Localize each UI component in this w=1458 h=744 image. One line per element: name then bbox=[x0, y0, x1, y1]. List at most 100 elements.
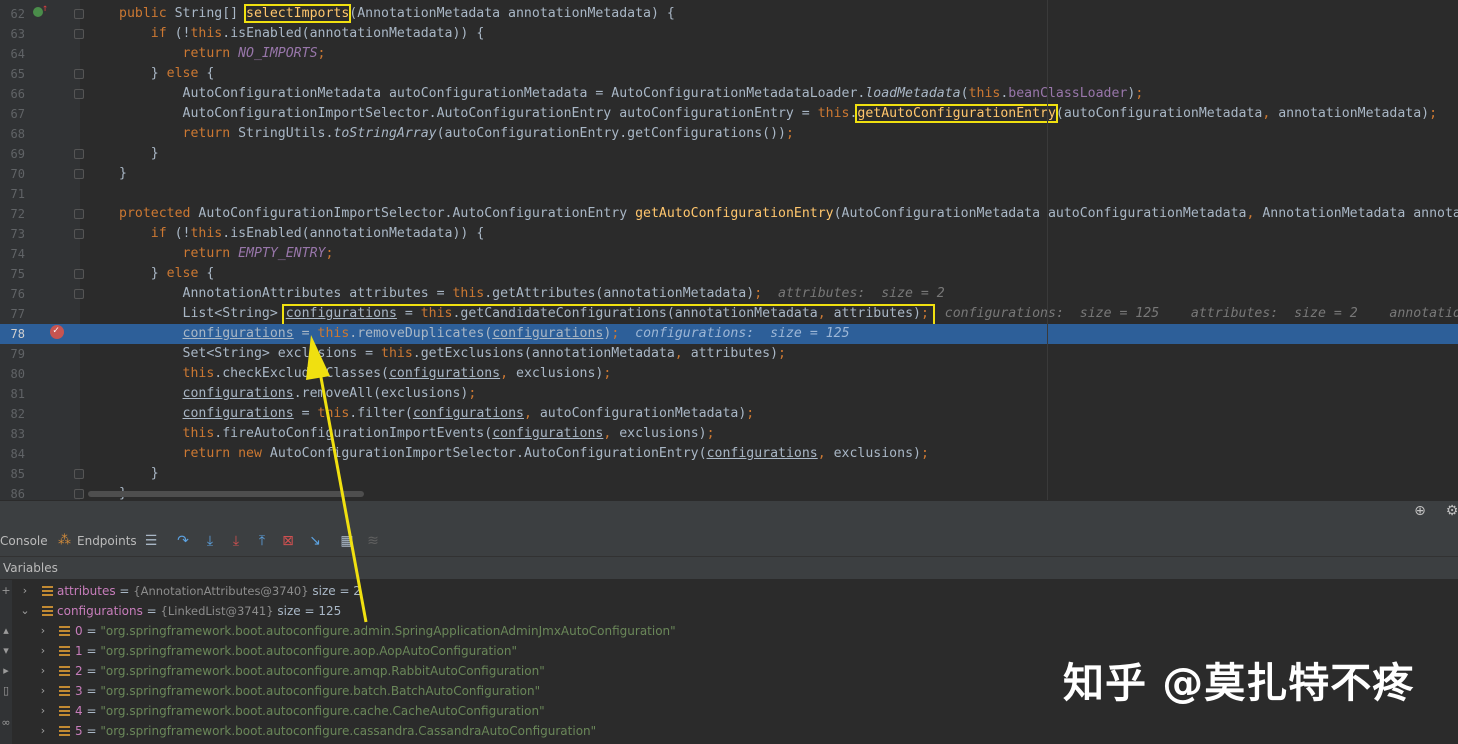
code-line[interactable]: 69 } bbox=[0, 144, 1458, 164]
trace-icon[interactable]: ≋ bbox=[363, 531, 383, 551]
step-into-icon[interactable]: ⤓ bbox=[200, 531, 220, 551]
expand-chevron-icon[interactable]: › bbox=[38, 681, 48, 701]
fold-marker-icon[interactable] bbox=[74, 69, 84, 79]
expand-chevron-icon[interactable]: › bbox=[38, 621, 48, 641]
force-step-into-icon[interactable]: ⤓ bbox=[226, 531, 246, 551]
code-text: if (!this.isEnabled(annotationMetadata))… bbox=[119, 224, 485, 244]
code-line[interactable]: 83 this.fireAutoConfigurationImportEvent… bbox=[0, 424, 1458, 444]
list-item[interactable]: › 3 = "org.springframework.boot.autoconfi… bbox=[0, 681, 1000, 701]
fold-marker-icon[interactable] bbox=[74, 209, 84, 219]
fold-marker-icon[interactable] bbox=[74, 289, 84, 299]
list-item[interactable]: › 1 = "org.springframework.boot.autoconfi… bbox=[0, 641, 1000, 661]
evaluate-expression-icon[interactable]: ▦ bbox=[337, 531, 357, 551]
code-line[interactable]: 66 AutoConfigurationMetadata autoConfigu… bbox=[0, 84, 1458, 104]
expand-chevron-icon[interactable]: › bbox=[38, 701, 48, 721]
horizontal-scrollbar[interactable] bbox=[88, 491, 364, 497]
equals-sign: = bbox=[82, 704, 101, 718]
item-index: 1 bbox=[75, 644, 83, 658]
code-line[interactable]: 85 } bbox=[0, 464, 1458, 484]
code-token: ; bbox=[325, 246, 334, 261]
code-line[interactable]: 65 } else { bbox=[0, 64, 1458, 84]
variable-row[interactable]: › attributes = {AnnotationAttributes@3740… bbox=[0, 581, 1000, 601]
fold-marker-icon[interactable] bbox=[74, 169, 84, 179]
field-icon bbox=[59, 666, 70, 676]
code-editor[interactable]: 62 public String[] selectImports(Annotati… bbox=[0, 0, 1458, 500]
fold-marker-icon[interactable] bbox=[74, 229, 84, 239]
code-line[interactable]: 67 AutoConfigurationImportSelector.AutoC… bbox=[0, 104, 1458, 124]
panel-splitter[interactable] bbox=[0, 500, 1458, 526]
code-token: (AnnotationMetadata annotationMetadata) … bbox=[349, 6, 675, 21]
tab-endpoints[interactable]: Endpoints bbox=[77, 526, 137, 556]
code-token: AutoConfigurationImportSelector.AutoConf… bbox=[119, 106, 818, 121]
equals-sign: = bbox=[82, 724, 101, 738]
list-item[interactable]: › 5 = "org.springframework.boot.autoconfi… bbox=[0, 721, 1000, 741]
code-line[interactable]: 82 configurations = this.filter(configur… bbox=[0, 404, 1458, 424]
code-token: attributes) bbox=[690, 346, 779, 361]
variable-row[interactable]: ⌄ configurations = {LinkedList@3741} size… bbox=[0, 601, 1000, 621]
code-token: EMPTY_ENTRY bbox=[238, 246, 326, 261]
equals-sign: = bbox=[82, 644, 101, 658]
list-item[interactable]: › 4 = "org.springframework.boot.autoconfi… bbox=[0, 701, 1000, 721]
step-over-icon[interactable]: ↷ bbox=[173, 531, 193, 551]
code-token: .getCandidateConfigurations(annotationMe… bbox=[452, 306, 818, 321]
expand-chevron-icon[interactable]: › bbox=[20, 581, 30, 601]
line-number: 68 bbox=[10, 127, 25, 141]
code-line[interactable]: 76 AnnotationAttributes attributes = thi… bbox=[0, 284, 1458, 304]
code-text: return StringUtils.toStringArray(autoCon… bbox=[119, 124, 794, 144]
code-line[interactable]: 73 if (!this.isEnabled(annotationMetadat… bbox=[0, 224, 1458, 244]
code-line[interactable]: 70} bbox=[0, 164, 1458, 184]
fold-marker-icon[interactable] bbox=[74, 149, 84, 159]
debug-toolbar: Console ⁂ Endpoints ☰ ↷ ⤓ ⤓ ⤒ ⊠ ↘ ▦ ≋ bbox=[0, 526, 1458, 557]
fold-marker-icon[interactable] bbox=[74, 29, 84, 39]
code-token: ; bbox=[317, 46, 326, 61]
code-line[interactable]: 68 return StringUtils.toStringArray(auto… bbox=[0, 124, 1458, 144]
tab-console[interactable]: Console bbox=[0, 526, 48, 556]
fold-marker-icon[interactable] bbox=[74, 489, 84, 499]
fold-marker-icon[interactable] bbox=[74, 469, 84, 479]
code-token: .checkExcludedClasses( bbox=[214, 366, 389, 381]
crosshair-icon[interactable]: ⊕ bbox=[1412, 503, 1428, 519]
list-item[interactable]: › 2 = "org.springframework.boot.autoconfi… bbox=[0, 661, 1000, 681]
expand-chevron-icon[interactable]: ⌄ bbox=[20, 601, 30, 621]
code-token: else bbox=[166, 266, 207, 281]
code-line[interactable]: 71 bbox=[0, 184, 1458, 204]
variable-name: configurations bbox=[57, 604, 143, 618]
item-value: 0 = "org.springframework.boot.autoconfig… bbox=[75, 621, 676, 641]
code-token: = bbox=[293, 406, 318, 421]
list-item[interactable]: › 0 = "org.springframework.boot.autoconfi… bbox=[0, 621, 1000, 641]
inline-debug-value: configurations: size = 125 attributes: s… bbox=[944, 306, 1458, 321]
code-text: configurations = this.filter(configurati… bbox=[119, 404, 755, 424]
code-line[interactable]: 62 public String[] selectImports(Annotati… bbox=[0, 4, 1458, 24]
threads-icon[interactable]: ☰ bbox=[141, 531, 161, 551]
code-line[interactable]: 72 protected AutoConfigurationImportSelec… bbox=[0, 204, 1458, 224]
expand-chevron-icon[interactable]: › bbox=[38, 661, 48, 681]
field-icon bbox=[59, 726, 70, 736]
code-line[interactable]: 64 return NO_IMPORTS; bbox=[0, 44, 1458, 64]
line-number: 64 bbox=[10, 47, 25, 61]
code-line[interactable]: 63 if (!this.isEnabled(annotationMetadat… bbox=[0, 24, 1458, 44]
code-line[interactable]: 75 } else { bbox=[0, 264, 1458, 284]
code-line[interactable]: 77 List<String> configurations = this.ge… bbox=[0, 304, 1458, 326]
code-token: } bbox=[119, 466, 159, 481]
code-token: this bbox=[182, 366, 215, 381]
code-line[interactable]: 84 return new AutoConfigurationImportSel… bbox=[0, 444, 1458, 464]
run-to-cursor-icon[interactable]: ↘ bbox=[305, 531, 325, 551]
code-token: ; bbox=[920, 446, 929, 461]
item-index: 3 bbox=[75, 684, 83, 698]
fold-marker-icon[interactable] bbox=[74, 269, 84, 279]
drop-frame-icon[interactable]: ⊠ bbox=[278, 531, 298, 551]
code-token: configurations bbox=[182, 386, 294, 401]
expand-chevron-icon[interactable]: › bbox=[38, 721, 48, 741]
gear-icon[interactable]: ⚙ bbox=[1444, 503, 1458, 519]
fold-marker-icon[interactable] bbox=[74, 89, 84, 99]
execution-line[interactable]: 78 configurations = this.removeDuplicate… bbox=[0, 324, 1458, 344]
fold-marker-icon[interactable] bbox=[74, 9, 84, 19]
expand-chevron-icon[interactable]: › bbox=[38, 641, 48, 661]
code-line[interactable]: 80 this.checkExcludedClasses(configurati… bbox=[0, 364, 1458, 384]
code-line[interactable]: 81 configurations.removeAll(exclusions); bbox=[0, 384, 1458, 404]
code-line[interactable]: 74 return EMPTY_ENTRY; bbox=[0, 244, 1458, 264]
code-token: (autoConfigurationEntry.getConfiguration… bbox=[436, 126, 786, 141]
code-line[interactable]: 79 Set<String> exclusions = this.getExcl… bbox=[0, 344, 1458, 364]
step-out-icon[interactable]: ⤒ bbox=[252, 531, 272, 551]
